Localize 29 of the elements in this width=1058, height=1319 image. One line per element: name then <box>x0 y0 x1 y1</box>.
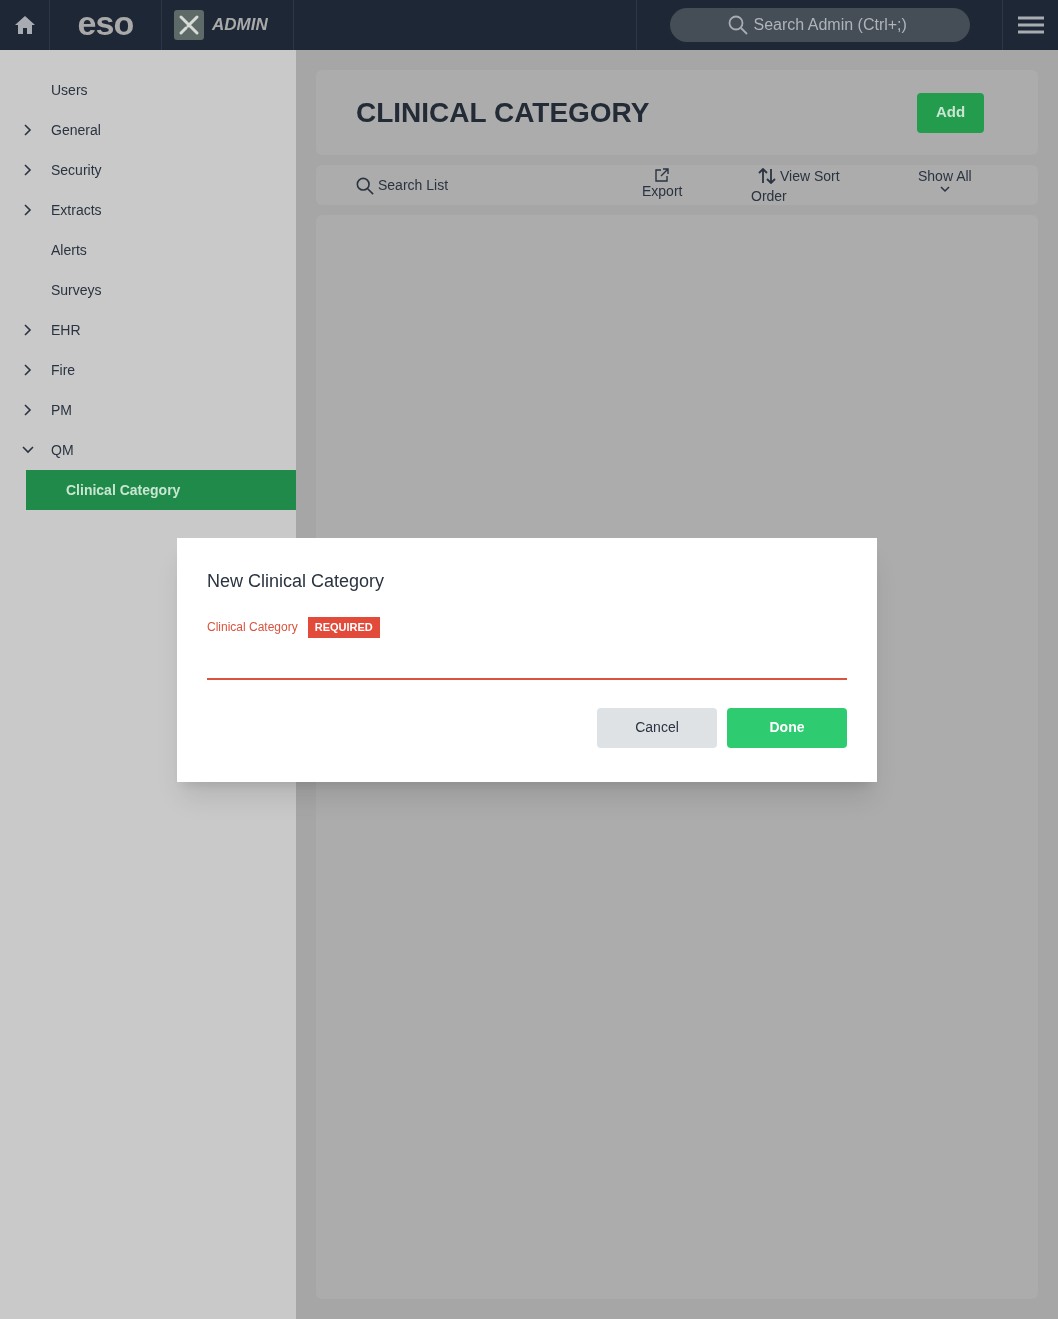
search-icon <box>356 176 374 195</box>
sidebar-item[interactable]: Fire <box>0 350 296 390</box>
sidebar-item[interactable]: General <box>0 110 296 150</box>
sidebar-item[interactable]: PM <box>0 390 296 430</box>
field-label: Clinical Category <box>207 619 298 637</box>
required-badge: REQUIRED <box>307 617 380 638</box>
view-sort-order-button[interactable]: View Sort Order <box>751 166 861 206</box>
dialog-title: New Clinical Category <box>207 570 386 593</box>
export-button[interactable]: Export <box>642 168 683 200</box>
home-icon <box>14 16 35 34</box>
search-field[interactable]: Search Admin (Ctrl+;) <box>669 8 970 42</box>
brand-logo: eso <box>77 6 134 40</box>
menu-icon <box>1017 16 1044 34</box>
sidebar-item[interactable]: Users <box>0 70 296 110</box>
search-icon <box>727 15 748 35</box>
sidebar-item[interactable]: Security <box>0 150 296 190</box>
sidebar-item[interactable]: QM <box>0 430 296 470</box>
cancel-button[interactable]: Cancel <box>597 707 717 748</box>
search-list-button[interactable]: Search List <box>356 175 449 196</box>
chevron-down-icon <box>939 186 950 193</box>
show-all-dropdown[interactable]: Show All <box>918 166 972 193</box>
sort-icon <box>758 168 776 184</box>
app-name: ADMIN <box>212 14 268 37</box>
sidebar-item[interactable]: Alerts <box>0 230 296 270</box>
sidebar-item[interactable]: Extracts <box>0 190 296 230</box>
page-title: CLINICAL CATEGORY <box>356 95 650 130</box>
sidebar-item[interactable]: EHR <box>0 310 296 350</box>
export-icon <box>655 168 670 182</box>
sidebar-item[interactable]: Surveys <box>0 270 296 310</box>
